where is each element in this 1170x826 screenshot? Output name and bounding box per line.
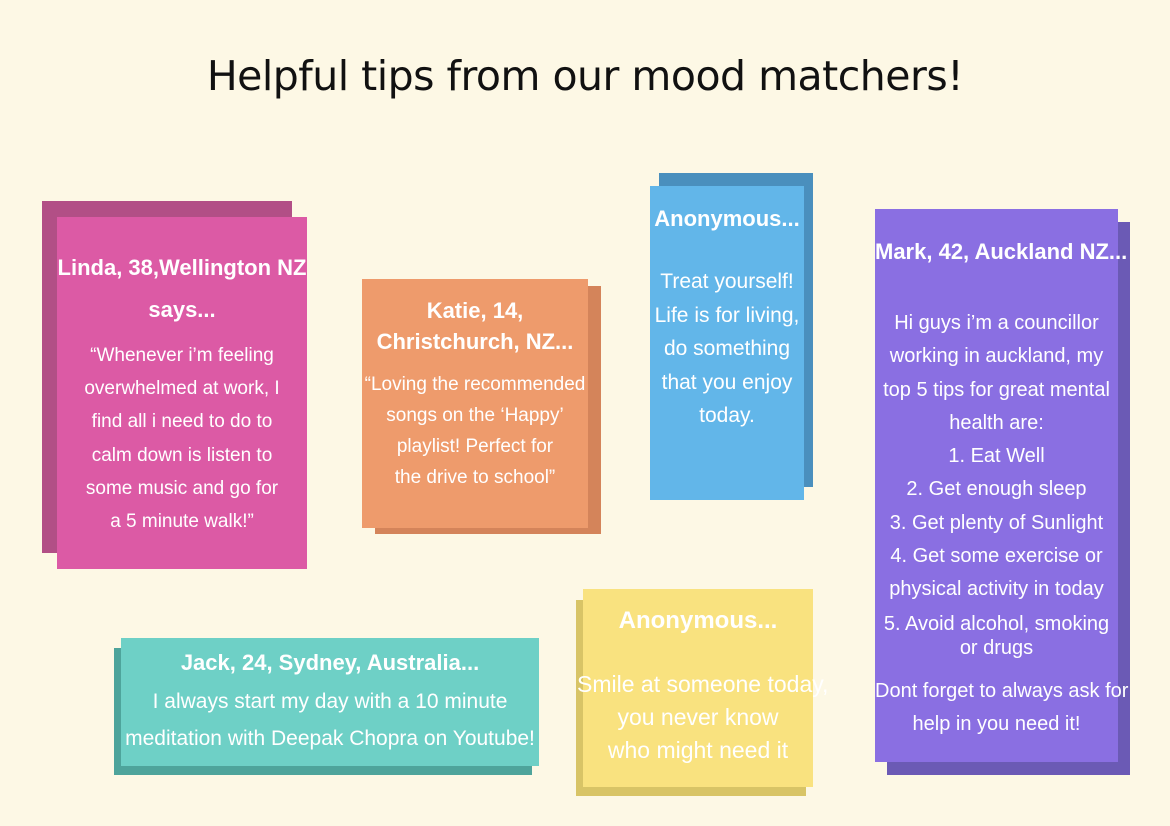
- card-heading: Anonymous...: [654, 206, 800, 231]
- card-heading: Mark, 42, Auckland NZ...: [875, 239, 1128, 264]
- tip-card-jack: Jack, 24, Sydney, Australia... I always …: [121, 638, 539, 766]
- tip-card-mark: Mark, 42, Auckland NZ... Hi guys i’m a c…: [875, 209, 1129, 762]
- card-text: Hi guys i’m a councillor working in auck…: [875, 312, 1129, 735]
- card-text: “Loving the recommended songs on the ‘Ha…: [364, 374, 586, 488]
- card-heading: Jack, 24, Sydney, Australia...: [180, 650, 480, 675]
- card-heading: Linda, 38,Wellington NZ says...: [57, 255, 307, 322]
- tip-card-linda: Linda, 38,Wellington NZ says... “Wheneve…: [57, 217, 307, 569]
- card-text: Smile at someone today, you never know w…: [577, 671, 829, 763]
- card-heading: Katie, 14, Christchurch, NZ...: [376, 298, 574, 354]
- tip-card-katie: Katie, 14, Christchurch, NZ... “Loving t…: [362, 279, 588, 528]
- card-text: Treat yourself! Life is for living, do s…: [654, 270, 800, 427]
- tip-card-anonymous-blue: Anonymous... Treat yourself! Life is for…: [650, 186, 804, 500]
- page-title: Helpful tips from our mood matchers!: [206, 52, 964, 100]
- card-heading: Anonymous...: [618, 607, 778, 634]
- card-text: I always start my day with a 10 minute m…: [125, 690, 535, 750]
- tip-card-anonymous-yellow: Anonymous... Smile at someone today, you…: [577, 589, 828, 787]
- card-text: “Whenever i’m feeling overwhelmed at wor…: [84, 345, 280, 533]
